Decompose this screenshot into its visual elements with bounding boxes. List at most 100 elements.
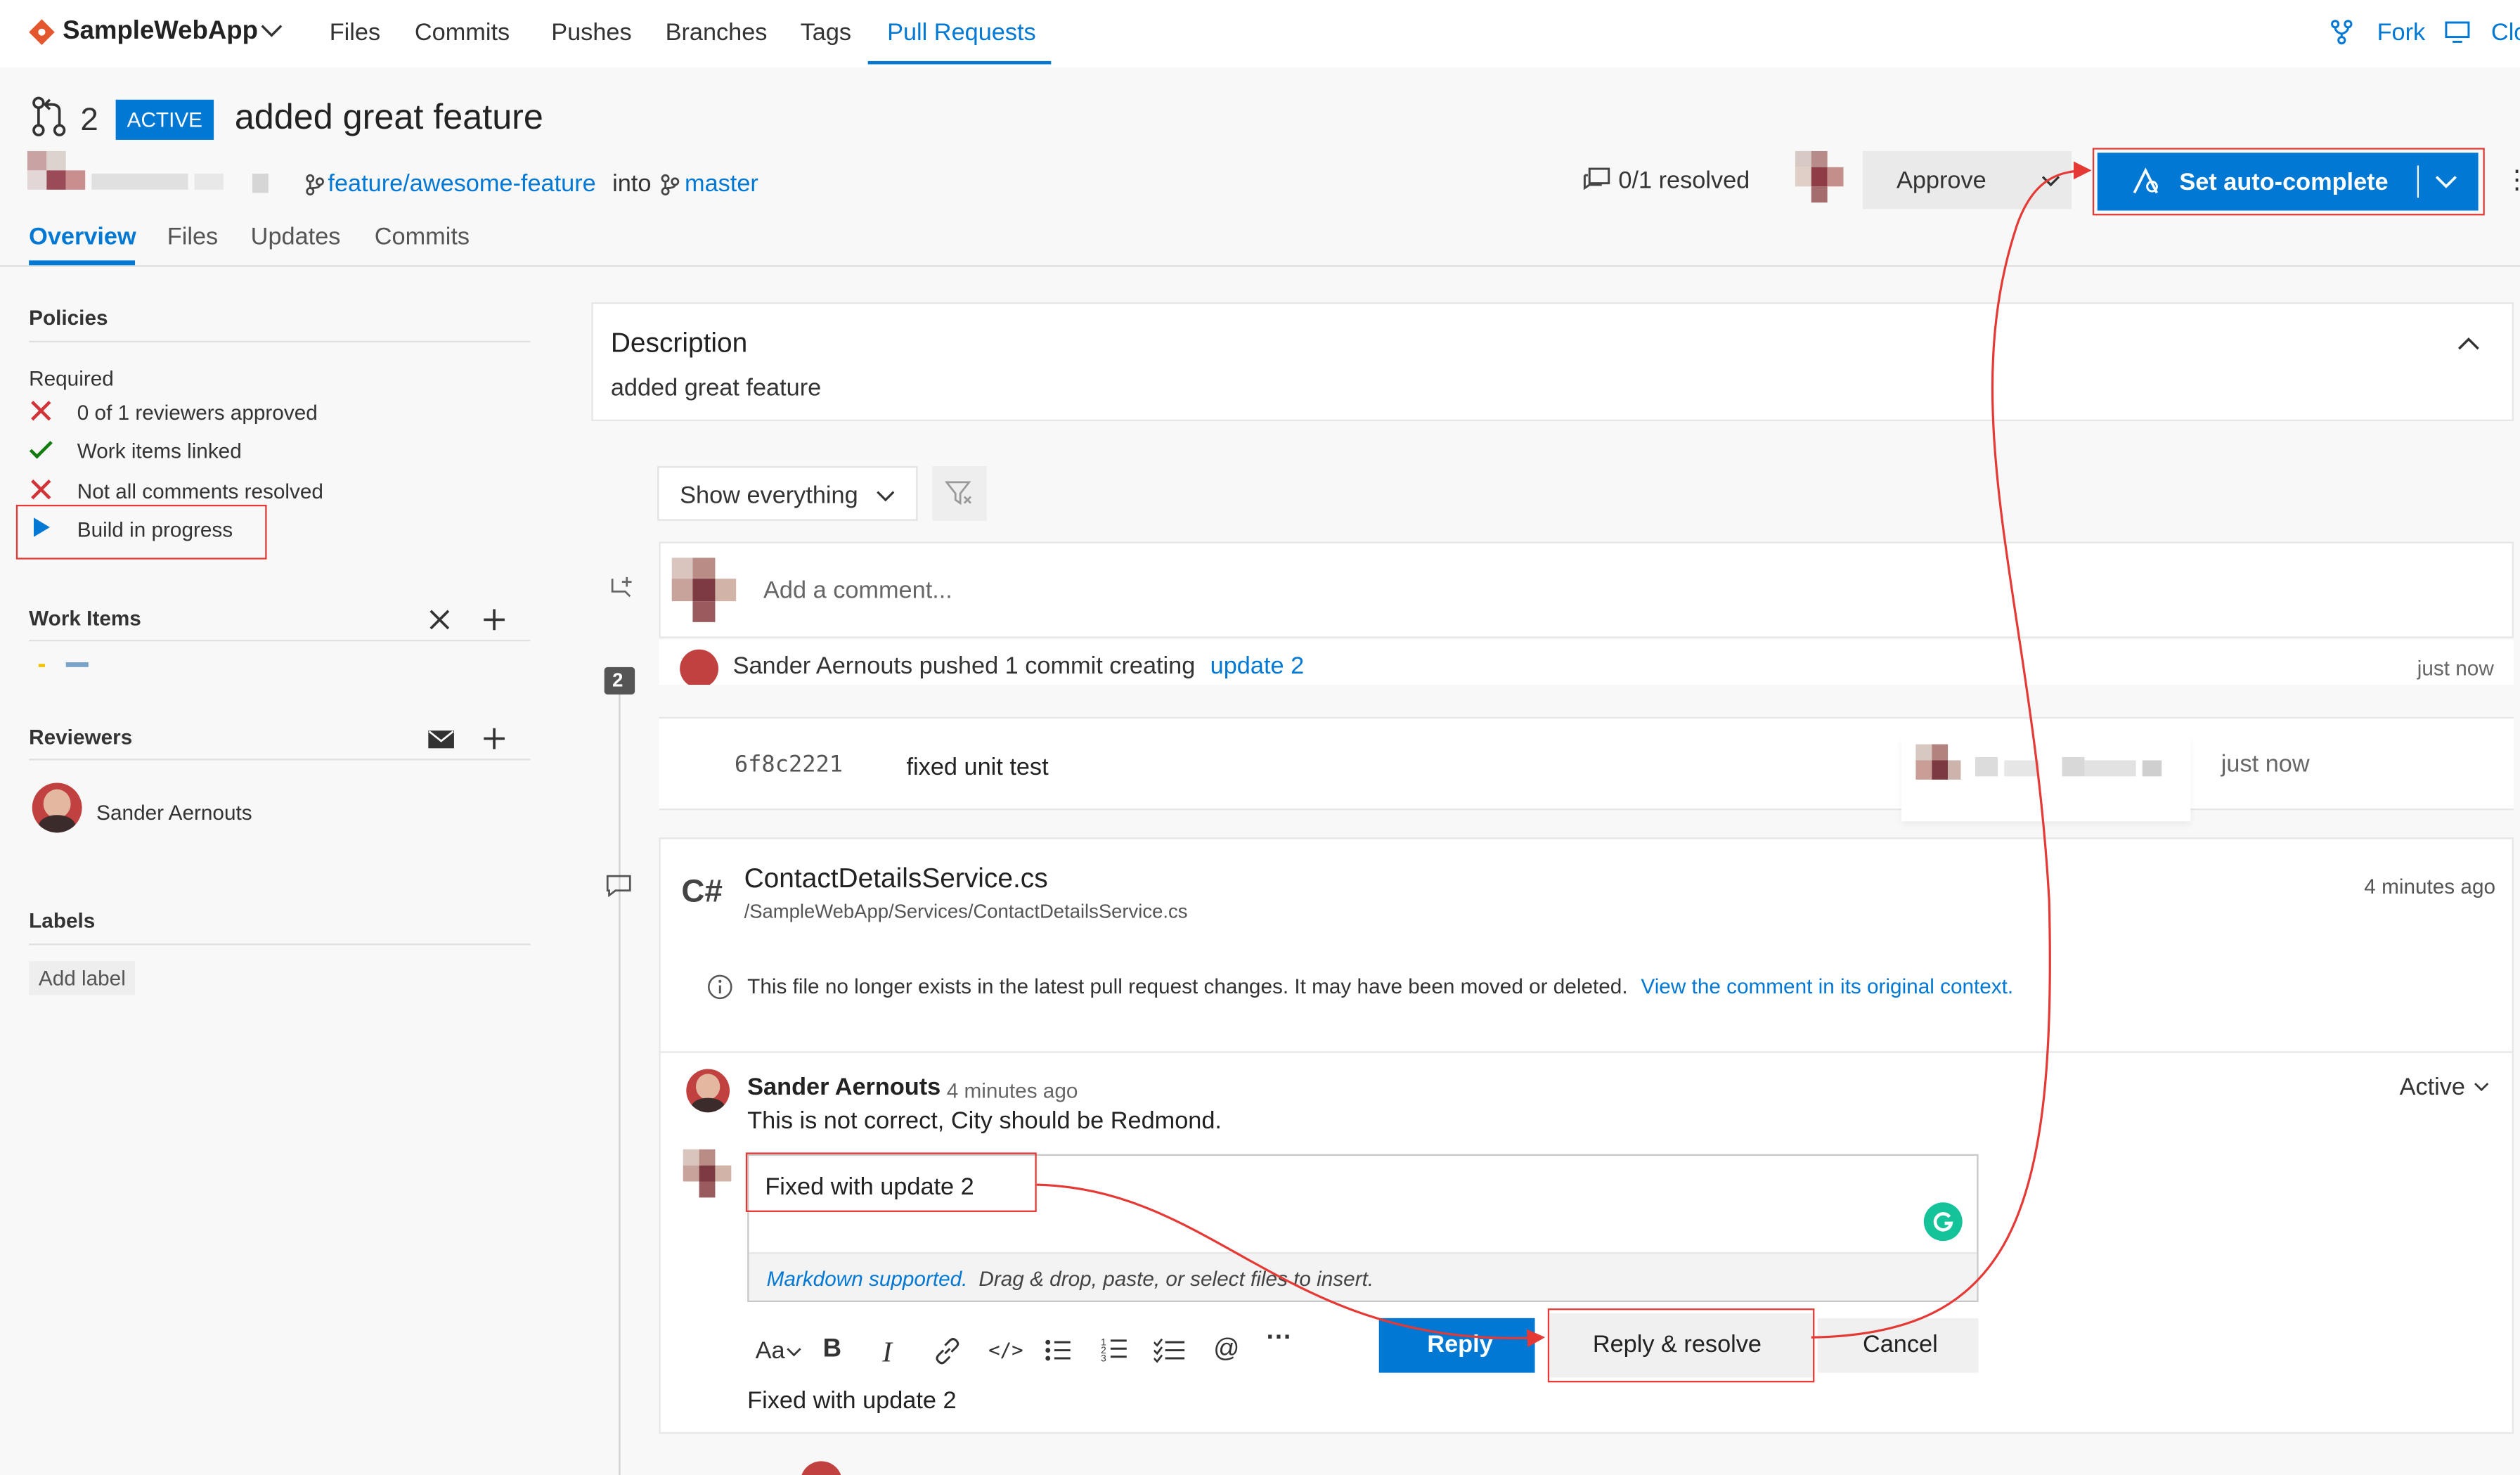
annotation-box xyxy=(2092,148,2485,216)
cancel-label: Cancel xyxy=(1862,1331,1938,1359)
approve-button[interactable]: Approve xyxy=(1862,150,2072,210)
cancel-button[interactable]: Cancel xyxy=(1817,1318,1979,1373)
repo-name[interactable]: SampleWebApp xyxy=(63,18,258,46)
tab-updates[interactable]: Updates xyxy=(251,224,341,251)
push-text: Sander Aernouts pushed 1 commit creating xyxy=(732,652,1196,681)
commit-hash[interactable]: 6f8c2221 xyxy=(735,752,843,778)
add-icon[interactable] xyxy=(482,726,506,750)
comment-input[interactable]: Add a comment... xyxy=(763,577,952,605)
reply-button[interactable]: Reply xyxy=(1378,1318,1535,1373)
avatar xyxy=(686,1069,730,1113)
chevron-down-icon xyxy=(877,491,895,502)
source-branch-link[interactable]: feature/awesome-feature xyxy=(328,170,595,198)
commit-author-redacted xyxy=(1901,738,2191,822)
tab-pushes[interactable]: Pushes xyxy=(551,19,631,46)
timeline-line xyxy=(619,691,621,1475)
author-name-redacted xyxy=(27,150,269,202)
clear-filter-button[interactable] xyxy=(932,466,987,521)
comments-icon xyxy=(1583,167,1610,191)
original-context-link[interactable]: View the comment in its original context… xyxy=(1641,974,2013,998)
annotation-box xyxy=(745,1152,1037,1212)
mention-button[interactable]: @ xyxy=(1213,1336,1239,1365)
update-link[interactable]: update 2 xyxy=(1210,652,1305,680)
active-tab-indicator xyxy=(29,260,136,266)
filter-dropdown[interactable]: Show everything xyxy=(657,466,918,521)
more-formatting-button[interactable]: ··· xyxy=(1267,1325,1293,1353)
comment-time: 4 minutes ago xyxy=(946,1078,1078,1103)
grammarly-icon[interactable] xyxy=(1923,1202,1963,1242)
comment-thread-card: C# ContactDetailsService.cs /SampleWebAp… xyxy=(659,837,2514,1434)
page-title: added great feature xyxy=(234,96,543,137)
markdown-hint: Drag & drop, paste, or select files to i… xyxy=(978,1266,1374,1291)
tab-pull-requests[interactable]: Pull Requests xyxy=(887,19,1036,46)
reviewers-heading: Reviewers xyxy=(29,725,133,749)
reviewer-name[interactable]: Sander Aernouts xyxy=(96,801,252,825)
pr-number: 2 xyxy=(80,103,98,139)
numbered-list-icon[interactable]: 1 2 3 xyxy=(1101,1336,1128,1363)
chevron-down-icon[interactable] xyxy=(2039,174,2062,190)
tab-files[interactable]: Files xyxy=(167,224,218,251)
description-text: added great feature xyxy=(610,374,822,402)
tab-tags[interactable]: Tags xyxy=(801,19,851,46)
divider xyxy=(660,1051,2512,1053)
comment-author[interactable]: Sander Aernouts xyxy=(747,1074,941,1101)
bulleted-list-icon[interactable] xyxy=(1045,1337,1072,1363)
divider xyxy=(29,639,531,642)
avatar-redacted xyxy=(671,558,737,622)
push-time: just now xyxy=(2417,655,2494,681)
clone-button[interactable]: Clo xyxy=(2491,19,2520,46)
font-size-button[interactable]: Aa xyxy=(756,1337,785,1365)
more-options-icon[interactable]: ⋮ xyxy=(2504,164,2520,196)
link-icon[interactable] xyxy=(933,1337,961,1365)
divider xyxy=(29,943,531,946)
reply-preview: Fixed with update 2 xyxy=(747,1387,957,1415)
code-button[interactable]: </> xyxy=(988,1339,1023,1362)
target-branch-link[interactable]: master xyxy=(685,170,758,198)
mail-icon[interactable] xyxy=(427,730,455,749)
policy-work-items[interactable]: Work items linked xyxy=(77,439,242,463)
chevron-up-icon[interactable] xyxy=(2457,336,2480,352)
status-badge: ACTIVE xyxy=(115,99,214,140)
branch-icon xyxy=(661,174,680,196)
fail-icon xyxy=(31,400,51,421)
filter-clear-icon xyxy=(945,481,971,505)
policies-heading: Policies xyxy=(29,305,108,330)
file-path: /SampleWebApp/Services/ContactDetailsSer… xyxy=(744,900,1188,923)
approve-label: Approve xyxy=(1896,167,1986,195)
close-icon[interactable] xyxy=(429,610,450,631)
chevron-down-icon[interactable] xyxy=(2474,1082,2490,1093)
clone-icon xyxy=(2445,21,2470,43)
push-event: Sander Aernouts pushed 1 commit creating… xyxy=(659,639,2514,685)
chevron-down-icon[interactable] xyxy=(259,21,285,40)
task-list-icon[interactable] xyxy=(1154,1337,1187,1363)
add-icon[interactable] xyxy=(482,607,506,631)
tab-commits[interactable]: Commits xyxy=(415,19,510,46)
markdown-link[interactable]: Markdown supported. xyxy=(767,1267,968,1291)
filter-selected: Show everything xyxy=(680,482,858,510)
into-label: into xyxy=(612,170,652,198)
tab-commits[interactable]: Commits xyxy=(375,224,470,251)
thread-status-dropdown[interactable]: Active xyxy=(2400,1074,2465,1101)
fork-button[interactable]: Fork xyxy=(2377,19,2426,46)
add-comment-icon xyxy=(611,577,632,598)
description-heading: Description xyxy=(610,328,748,359)
commit-row[interactable]: 6f8c2221 fixed unit test just now xyxy=(659,716,2514,822)
italic-button[interactable]: I xyxy=(882,1336,892,1370)
policy-comments[interactable]: Not all comments resolved xyxy=(77,479,323,503)
add-label-button[interactable]: Add label xyxy=(29,961,136,996)
tab-overview[interactable]: Overview xyxy=(29,224,136,251)
commit-time: just now xyxy=(2221,750,2310,778)
file-name[interactable]: ContactDetailsService.cs xyxy=(744,863,1048,896)
annotation-box xyxy=(15,504,267,560)
resolved-count: 0/1 resolved xyxy=(1618,167,1750,195)
fail-icon xyxy=(31,479,51,500)
avatar-redacted xyxy=(683,1149,732,1198)
chevron-down-icon[interactable] xyxy=(786,1347,802,1358)
policy-reviewers[interactable]: 0 of 1 reviewers approved xyxy=(77,400,318,424)
file-notice: This file no longer exists in the latest… xyxy=(747,974,1628,998)
tab-branches[interactable]: Branches xyxy=(666,19,768,46)
bold-button[interactable]: B xyxy=(823,1336,841,1365)
labels-heading: Labels xyxy=(29,908,96,933)
tab-files[interactable]: Files xyxy=(330,19,380,46)
reply-label: Reply xyxy=(1427,1331,1493,1359)
